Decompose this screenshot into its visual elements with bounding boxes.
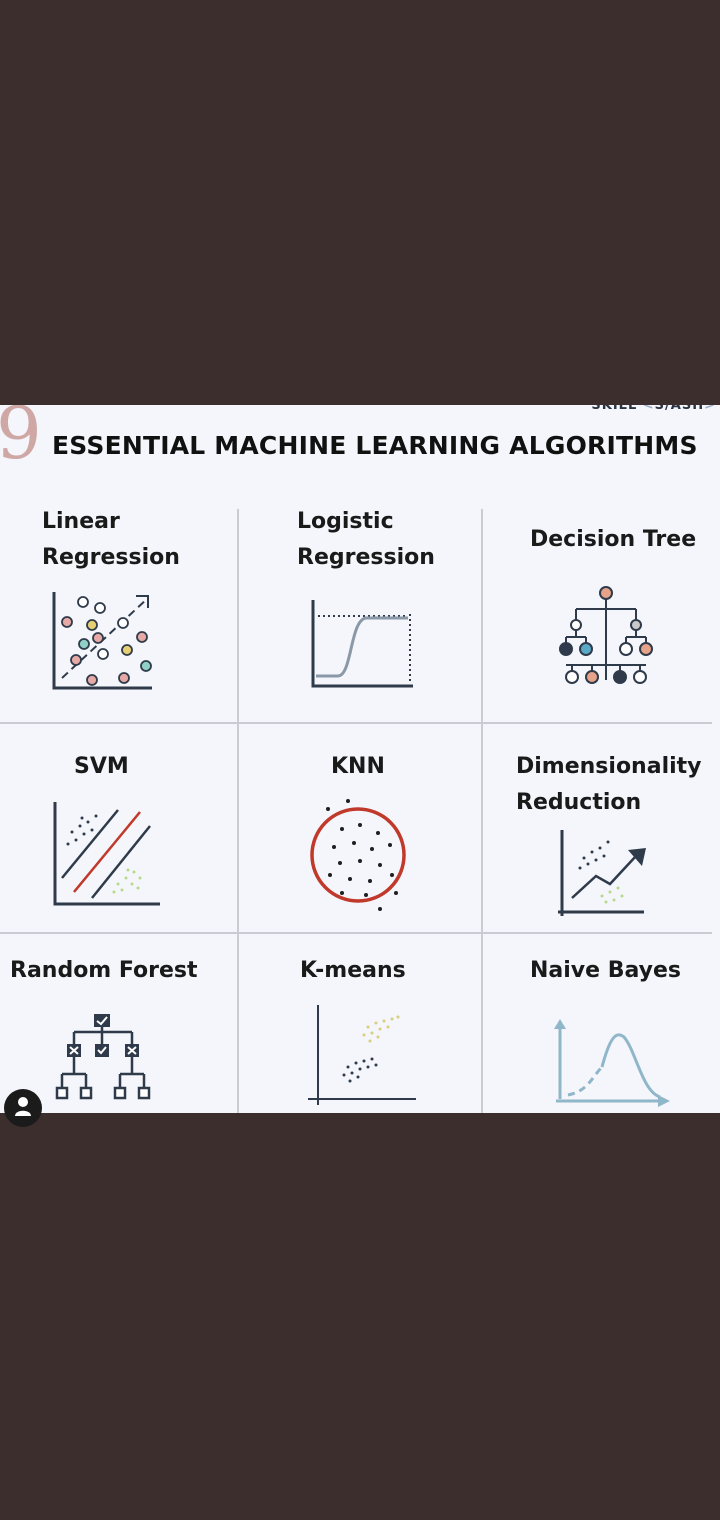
user-icon (15, 1097, 31, 1116)
grid-divider (0, 932, 712, 934)
grid-divider (0, 722, 712, 724)
algorithm-label: Dimensionality Reduction (516, 754, 702, 815)
grid-divider (237, 509, 239, 1113)
naive-bayes-icon (554, 1019, 670, 1107)
knn-icon (310, 799, 406, 911)
avatar[interactable] (4, 1089, 42, 1127)
grid-divider (481, 509, 483, 1113)
dimensionality-reduction-icon (558, 830, 646, 916)
decision-tree-icon (559, 586, 653, 684)
algorithm-label: Decision Tree (530, 527, 697, 552)
algorithm-label: Naive Bayes (530, 958, 682, 983)
infographic-panel: SKILL <S/ASH> 9 ESSENTIAL MACHINE LEARNI… (0, 405, 720, 1113)
algorithm-label: Logistic Regression (297, 509, 435, 570)
algorithm-label: SVM (74, 754, 129, 779)
random-forest-icon (55, 1014, 151, 1100)
linear-regression-icon (52, 592, 152, 690)
k-means-icon (308, 1005, 416, 1105)
logistic-regression-icon (311, 600, 413, 688)
svm-icon (53, 802, 160, 906)
algorithm-label: Random Forest (10, 958, 198, 983)
page-title: ESSENTIAL MACHINE LEARNING ALGORITHMS (52, 431, 698, 460)
brand-logo: SKILL <S/ASH> (591, 405, 716, 413)
number-nine: 9 (0, 405, 42, 475)
algorithm-label: KNN (331, 754, 385, 779)
algorithm-label: K-means (300, 958, 406, 983)
algorithm-label: Linear Regression (42, 509, 180, 570)
